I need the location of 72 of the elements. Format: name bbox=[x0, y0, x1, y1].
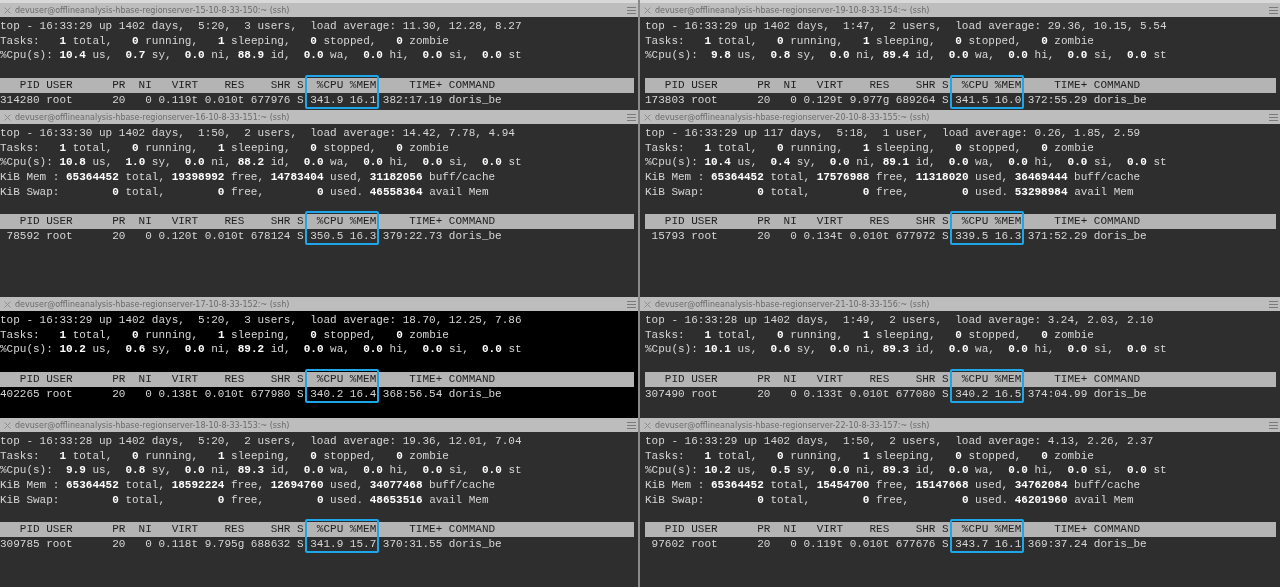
close-icon[interactable] bbox=[4, 300, 11, 308]
summary-line: %Cpu(s): 10.4 us, 0.7 sy, 0.0 ni, 88.9 id, 0.0 wa, 0.0 hi, 0.0 si, 0.0 st bbox=[0, 48, 522, 64]
table-header: PID USER PR NI VIRT RES SHR S %CPU %MEM TIME+ COMMAND bbox=[645, 77, 1276, 93]
window-title: devuser@offlineanalysis-hbase-regionserver-18-10-8-33-153:~ (ssh) bbox=[15, 420, 291, 430]
menu-icon[interactable] bbox=[1269, 421, 1278, 429]
close-icon[interactable] bbox=[644, 421, 651, 429]
summary-line: Tasks: 1 total, 0 running, 1 sleeping, 0 stopped, 0 zombie bbox=[0, 327, 449, 343]
summary-line: top - 16:33:28 up 1402 days, 1:49, 2 users, load average: 3.24, 2.03, 2.10 bbox=[645, 313, 1154, 328]
table-header: PID USER PR NI VIRT RES SHR S %CPU %MEM TIME+ COMMAND bbox=[645, 522, 1276, 537]
summary-line: top - 16:33:29 up 1402 days, 1:50, 2 users, load average: 4.13, 2.26, 2.37 bbox=[645, 434, 1154, 449]
summary-line: Tasks: 1 total, 0 running, 1 sleeping, 0 stopped, 0 zombie bbox=[0, 448, 449, 464]
table-header: PID USER PR NI VIRT RES SHR S %CPU %MEM TIME+ COMMAND bbox=[645, 214, 1276, 229]
close-icon[interactable] bbox=[644, 300, 651, 308]
summary-line: top - 16:33:30 up 1402 days, 1:50, 2 users, load average: 14.42, 7.78, 4.94 bbox=[0, 126, 515, 141]
menu-icon[interactable] bbox=[627, 6, 636, 14]
summary-line: KiB Swap: 0 total, 0 free, 0 used. 46558364 avail Mem bbox=[0, 184, 489, 200]
table-header: PID USER PR NI VIRT RES SHR S %CPU %MEM TIME+ COMMAND bbox=[0, 522, 634, 537]
window-title: devuser@offlineanalysis-hbase-regionserver-16-10-8-33-151:~ (ssh) bbox=[15, 112, 291, 122]
menu-icon[interactable] bbox=[627, 113, 636, 121]
summary-line: KiB Swap: 0 total, 0 free, 0 used. 48653516 avail Mem bbox=[0, 492, 489, 508]
summary-line: Tasks: 1 total, 0 running, 1 sleeping, 0 stopped, 0 zombie bbox=[645, 140, 1094, 156]
summary-line: KiB Mem : 65364452 total, 15454700 free, 15147668 used, 34762084 buff/cache bbox=[645, 478, 1141, 493]
summary-line: top - 16:33:29 up 1402 days, 5:20, 3 users, load average: 18.70, 12.25, 7.86 bbox=[0, 313, 522, 328]
menu-icon[interactable] bbox=[627, 300, 636, 308]
summary-line: top - 16:33:29 up 1402 days, 1:47, 2 users, load average: 29.36, 10.15, 5.54 bbox=[645, 19, 1167, 34]
summary-line: Tasks: 1 total, 0 running, 1 sleeping, 0 stopped, 0 zombie bbox=[645, 448, 1094, 464]
process-row: 314280 root 20 0 0.119t 0.010t 677976 S 341.9 16.1 382:17.19 doris_be bbox=[0, 92, 502, 108]
process-row: 309785 root 20 0 0.118t 9.795g 688632 S 341.9 15.7 370:31.55 doris_be bbox=[0, 536, 502, 552]
window-title: devuser@offlineanalysis-hbase-regionserver-15-10-8-33-150:~ (ssh) bbox=[15, 5, 291, 15]
close-icon[interactable] bbox=[644, 6, 651, 14]
summary-line: %Cpu(s): 9.8 us, 0.8 sy, 0.0 ni, 89.4 id, 0.0 wa, 0.0 hi, 0.0 si, 0.0 st bbox=[645, 48, 1167, 64]
window-title: devuser@offlineanalysis-hbase-regionserver-20-10-8-33-155:~ (ssh) bbox=[655, 112, 931, 122]
summary-line: %Cpu(s): 10.4 us, 0.4 sy, 0.0 ni, 89.1 id, 0.0 wa, 0.0 hi, 0.0 si, 0.0 st bbox=[645, 155, 1167, 171]
table-header: PID USER PR NI VIRT RES SHR S %CPU %MEM TIME+ COMMAND bbox=[0, 371, 634, 387]
window-title: devuser@offlineanalysis-hbase-regionserver-22-10-8-33-157:~ (ssh) bbox=[655, 420, 931, 430]
summary-line: top - 16:33:29 up 117 days, 5:18, 1 user, load average: 0.26, 1.85, 2.59 bbox=[645, 126, 1141, 141]
process-row-text: 78592 root 20 0 0.120t 0.010t 678124 S 350.5 16.3 379:22.73 doris_be bbox=[5, 228, 502, 244]
summary-line: top - 16:33:29 up 1402 days, 5:20, 3 users, load average: 11.30, 12.28, 8.27 bbox=[0, 19, 522, 34]
summary-line: KiB Mem : 65364452 total, 17576988 free, 11318020 used, 36469444 buff/cache bbox=[645, 170, 1141, 185]
menu-icon[interactable] bbox=[1269, 6, 1278, 14]
close-icon[interactable] bbox=[4, 113, 11, 121]
process-row: 307490 root 20 0 0.133t 0.010t 677080 S 340.2 16.5 374:04.99 doris_be bbox=[645, 386, 1147, 402]
table-header: PID USER PR NI VIRT RES SHR S %CPU %MEM TIME+ COMMAND bbox=[0, 77, 634, 93]
summary-line: KiB Mem : 65364452 total, 19398992 free, 14783404 used, 31182056 buff/cache bbox=[0, 170, 496, 185]
summary-line: Tasks: 1 total, 0 running, 1 sleeping, 0 stopped, 0 zombie bbox=[0, 33, 449, 49]
menu-icon[interactable] bbox=[1269, 300, 1278, 308]
window-title: devuser@offlineanalysis-hbase-regionserver-19-10-8-33-154:~ (ssh) bbox=[655, 5, 931, 15]
summary-line: KiB Swap: 0 total, 0 free, 0 used. 53298984 avail Mem bbox=[645, 184, 1134, 200]
window-title: devuser@offlineanalysis-hbase-regionserver-17-10-8-33-152:~ (ssh) bbox=[15, 299, 291, 309]
process-row: 173803 root 20 0 0.129t 9.977g 689264 S 341.5 16.0 372:55.29 doris_be bbox=[645, 92, 1147, 108]
menu-icon[interactable] bbox=[1269, 113, 1278, 121]
process-row-text: 97602 root 20 0 0.119t 0.010t 677676 S 343.7 16.1 369:37.24 doris_be bbox=[650, 536, 1147, 552]
process-row-text: 15793 root 20 0 0.134t 0.010t 677972 S 339.5 16.3 371:52.29 doris_be bbox=[650, 228, 1147, 244]
window-title: devuser@offlineanalysis-hbase-regionserver-21-10-8-33-156:~ (ssh) bbox=[655, 299, 931, 309]
close-icon[interactable] bbox=[644, 113, 651, 121]
summary-line: Tasks: 1 total, 0 running, 1 sleeping, 0 stopped, 0 zombie bbox=[645, 33, 1094, 49]
close-icon[interactable] bbox=[4, 6, 11, 14]
summary-line: %Cpu(s): 10.2 us, 0.5 sy, 0.0 ni, 89.3 id, 0.0 wa, 0.0 hi, 0.0 si, 0.0 st bbox=[645, 463, 1167, 479]
summary-line: Tasks: 1 total, 0 running, 1 sleeping, 0 stopped, 0 zombie bbox=[0, 140, 449, 156]
close-icon[interactable] bbox=[4, 421, 11, 429]
summary-line: %Cpu(s): 10.8 us, 1.0 sy, 0.0 ni, 88.2 id, 0.0 wa, 0.0 hi, 0.0 si, 0.0 st bbox=[0, 155, 522, 171]
table-header: PID USER PR NI VIRT RES SHR S %CPU %MEM TIME+ COMMAND bbox=[645, 371, 1276, 387]
summary-line: Tasks: 1 total, 0 running, 1 sleeping, 0 stopped, 0 zombie bbox=[645, 327, 1094, 343]
summary-line: %Cpu(s): 9.9 us, 0.8 sy, 0.0 ni, 89.3 id, 0.0 wa, 0.0 hi, 0.0 si, 0.0 st bbox=[0, 463, 522, 479]
summary-line: top - 16:33:28 up 1402 days, 5:20, 2 users, load average: 19.36, 12.01, 7.04 bbox=[0, 434, 522, 449]
table-header: PID USER PR NI VIRT RES SHR S %CPU %MEM TIME+ COMMAND bbox=[0, 214, 634, 229]
summary-line: %Cpu(s): 10.1 us, 0.6 sy, 0.0 ni, 89.3 id, 0.0 wa, 0.0 hi, 0.0 si, 0.0 st bbox=[645, 342, 1167, 358]
process-row: 402265 root 20 0 0.138t 0.010t 677980 S 340.2 16.4 368:56.54 doris_be bbox=[0, 386, 502, 402]
summary-line: %Cpu(s): 10.2 us, 0.6 sy, 0.0 ni, 89.2 id, 0.0 wa, 0.0 hi, 0.0 si, 0.0 st bbox=[0, 342, 522, 358]
summary-line: KiB Swap: 0 total, 0 free, 0 used. 46201960 avail Mem bbox=[645, 492, 1134, 508]
summary-line: KiB Mem : 65364452 total, 18592224 free, 12694760 used, 34077468 buff/cache bbox=[0, 478, 496, 493]
menu-icon[interactable] bbox=[627, 421, 636, 429]
